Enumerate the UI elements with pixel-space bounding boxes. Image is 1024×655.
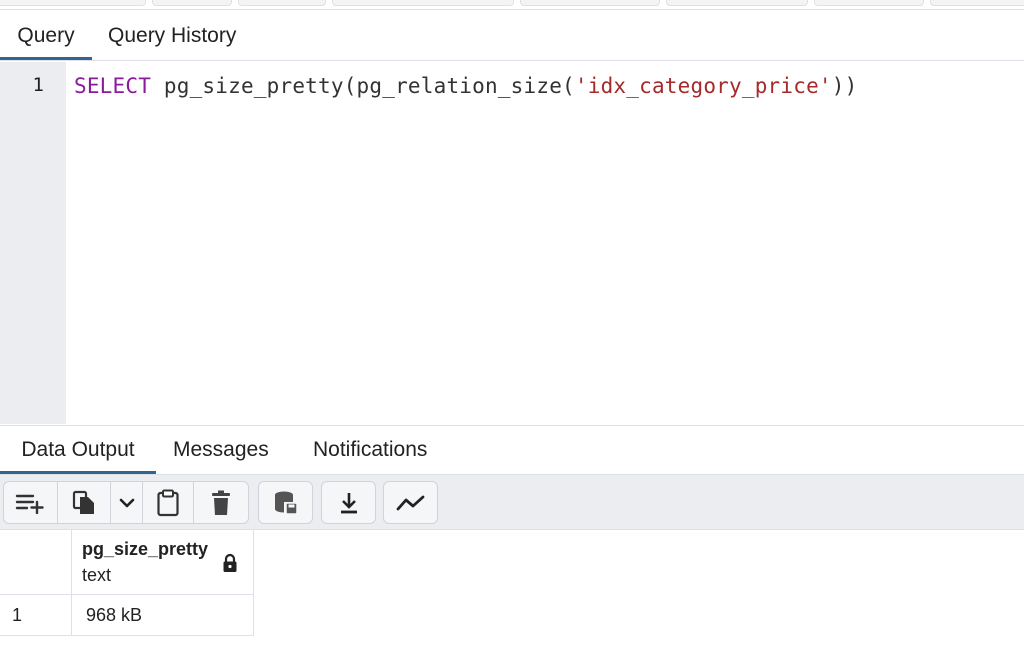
query-tab-bar: Query Query History xyxy=(0,11,1024,61)
graph-visualiser-button[interactable] xyxy=(383,481,438,524)
tab-data-output[interactable]: Data Output xyxy=(0,426,156,474)
delete-button[interactable] xyxy=(194,482,248,523)
line-gutter: 1 xyxy=(0,62,66,424)
toolbar-button-group[interactable] xyxy=(332,0,514,6)
save-data-button[interactable] xyxy=(258,481,313,524)
tab-query-history[interactable]: Query History xyxy=(108,11,236,60)
toolbar-button-group[interactable] xyxy=(814,0,924,6)
row-number-header[interactable] xyxy=(0,530,72,595)
tab-messages[interactable]: Messages xyxy=(173,426,269,474)
table-cell[interactable]: 968 kB xyxy=(72,595,254,636)
toolbar-button-group[interactable] xyxy=(152,0,232,6)
column-type: text xyxy=(82,565,112,585)
save-data-icon xyxy=(273,490,299,516)
tab-messages-label: Messages xyxy=(173,438,269,461)
top-toolbar xyxy=(0,0,1024,10)
code-line[interactable]: SELECT pg_size_pretty(pg_relation_size('… xyxy=(74,74,857,98)
column-header[interactable]: pg_size_pretty text xyxy=(72,530,254,595)
download-button[interactable] xyxy=(321,481,376,524)
toolbar-button-group[interactable] xyxy=(520,0,660,6)
paste-button[interactable] xyxy=(143,482,195,523)
sql-keyword: SELECT xyxy=(74,74,152,98)
tab-query-history-label: Query History xyxy=(108,23,237,47)
tab-data-output-label: Data Output xyxy=(21,438,135,461)
toolbar-button-group[interactable] xyxy=(238,0,326,6)
sql-string-literal: 'idx_category_price' xyxy=(574,74,832,98)
add-row-icon xyxy=(15,492,45,514)
graph-visualiser-icon xyxy=(396,494,426,512)
copy-options-dropdown[interactable] xyxy=(111,482,143,523)
paste-icon xyxy=(156,489,180,517)
tab-query[interactable]: Query xyxy=(0,11,92,60)
add-row-button[interactable] xyxy=(4,482,58,523)
tab-query-label: Query xyxy=(17,23,75,47)
download-icon xyxy=(338,491,360,515)
row-number[interactable]: 1 xyxy=(0,595,72,636)
toolbar-button-group[interactable] xyxy=(930,0,1024,6)
copy-button[interactable] xyxy=(58,482,112,523)
sql-closing-parens: )) xyxy=(831,74,858,98)
delete-icon xyxy=(210,490,232,516)
copy-icon xyxy=(72,490,96,516)
toolbar-button-group[interactable] xyxy=(0,0,146,6)
sql-function-call: pg_size_pretty(pg_relation_size( xyxy=(163,74,575,98)
tab-notifications[interactable]: Notifications xyxy=(313,426,427,474)
sql-editor[interactable]: 1 SELECT pg_size_pretty(pg_relation_size… xyxy=(0,62,1024,424)
chevron-down-icon xyxy=(119,497,135,509)
row-actions-group xyxy=(3,481,249,524)
tab-notifications-label: Notifications xyxy=(313,438,428,461)
toolbar-button-group[interactable] xyxy=(666,0,808,6)
result-tab-bar: Data Output Messages Notifications xyxy=(0,425,1024,475)
lock-icon xyxy=(222,553,238,573)
column-name: pg_size_pretty xyxy=(82,539,209,559)
results-toolbar xyxy=(0,475,1024,530)
line-number: 1 xyxy=(32,74,44,96)
